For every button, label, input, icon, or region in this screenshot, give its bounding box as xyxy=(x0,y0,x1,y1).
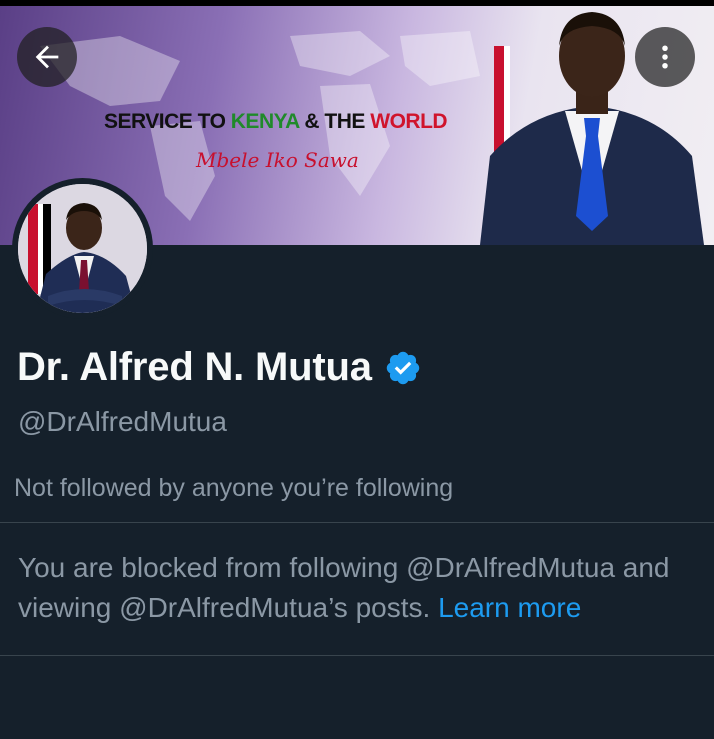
profile-avatar[interactable] xyxy=(12,178,153,319)
followers-you-know-note: Not followed by anyone you’re following xyxy=(14,474,454,502)
avatar-image xyxy=(18,184,147,313)
banner-tagline: Mbele Iko Sawa xyxy=(196,148,359,172)
banner-slogan: SERVICE TO KENYA & THE WORLD xyxy=(104,110,448,134)
more-options-button[interactable] xyxy=(635,27,695,87)
divider xyxy=(0,655,714,656)
learn-more-link[interactable]: Learn more xyxy=(438,592,581,623)
divider xyxy=(0,522,714,523)
back-button[interactable] xyxy=(17,27,77,87)
slogan-part-3: & THE xyxy=(299,110,371,133)
profile-name: Dr. Alfred N. Mutua xyxy=(17,345,372,389)
verified-badge-icon[interactable] xyxy=(384,349,422,387)
arrow-left-icon xyxy=(35,45,59,69)
profile-name-row: Dr. Alfred N. Mutua xyxy=(17,345,422,390)
profile-handle: @DrAlfredMutua xyxy=(18,406,227,437)
blocked-notice: You are blocked from following @DrAlfred… xyxy=(18,548,708,628)
slogan-part-1: SERVICE TO xyxy=(104,110,231,133)
slogan-part-world: WORLD xyxy=(370,110,448,133)
more-vertical-icon xyxy=(662,45,668,69)
slogan-part-kenya: KENYA xyxy=(230,110,300,133)
